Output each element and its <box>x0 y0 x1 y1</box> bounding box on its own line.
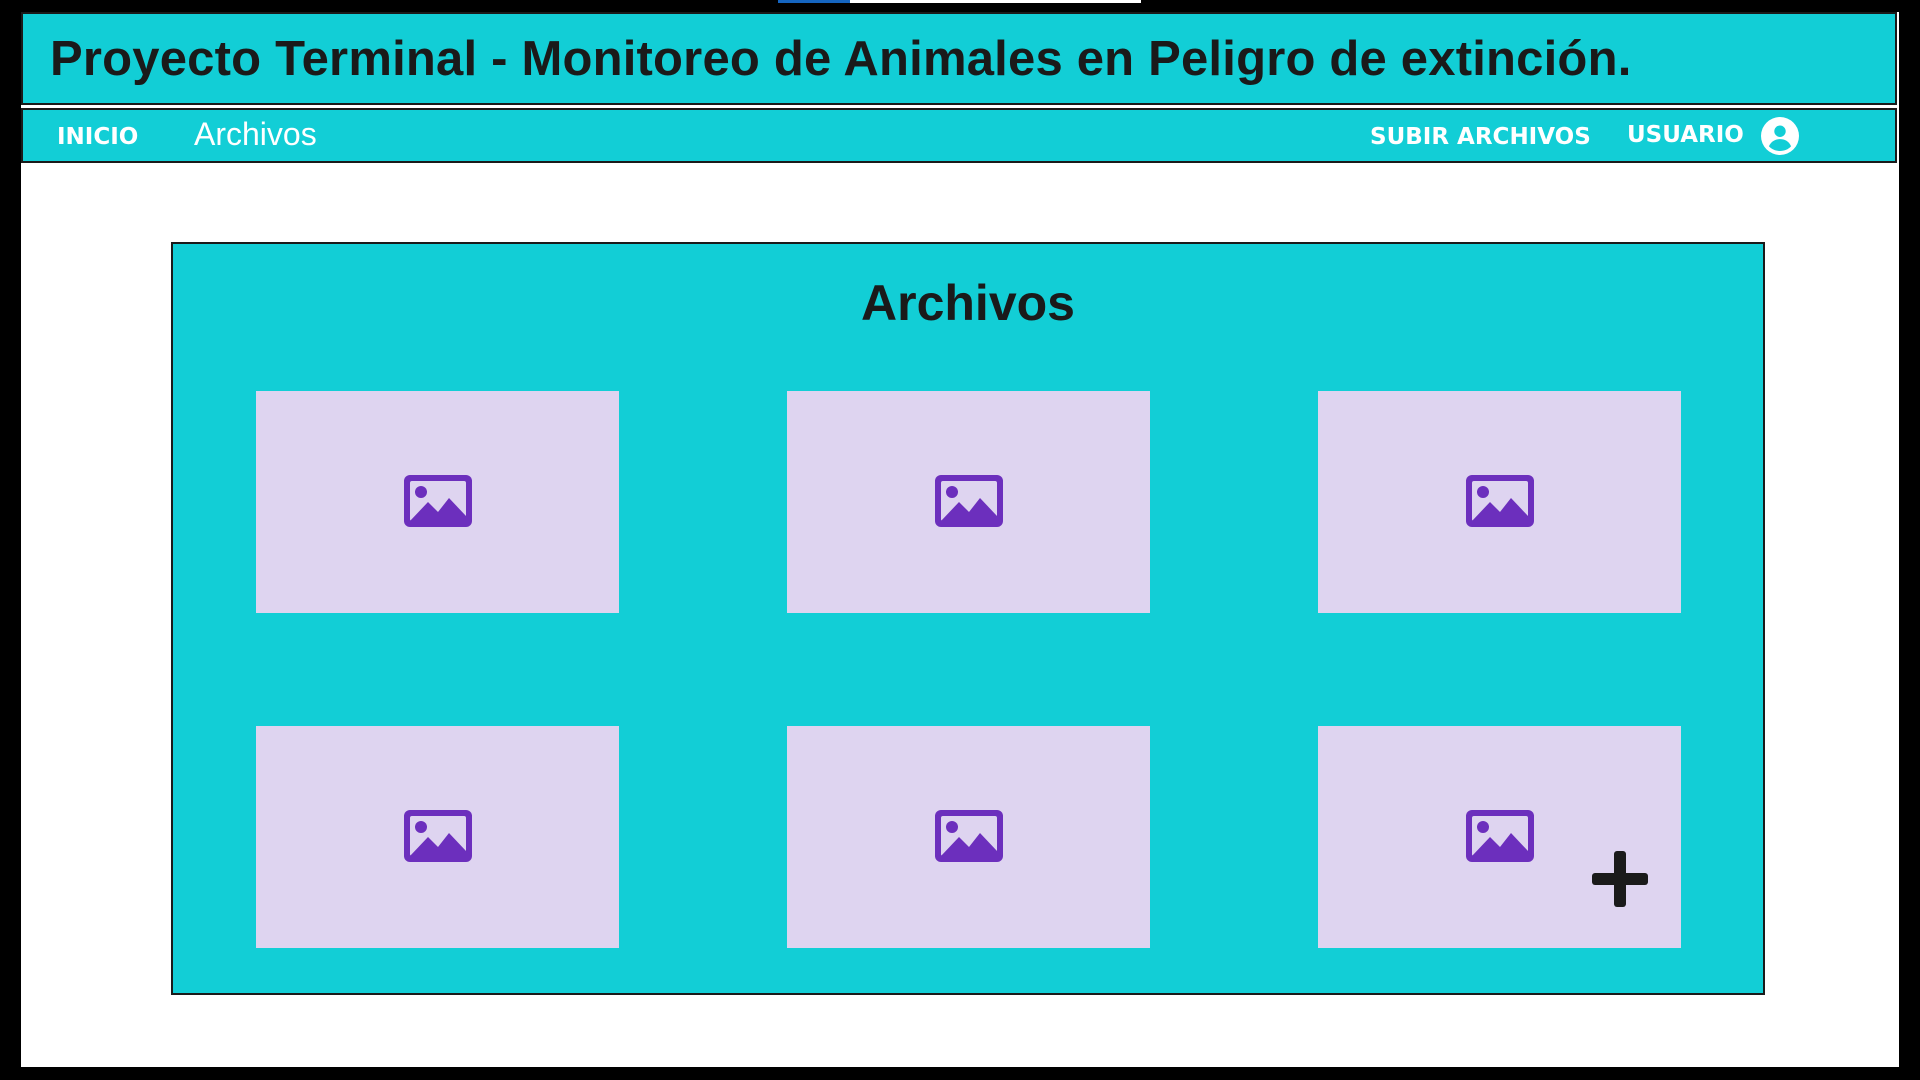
file-tile-2[interactable] <box>787 391 1150 613</box>
nav-archivos-link[interactable]: Archivos <box>194 116 317 153</box>
browser-top-strip <box>778 0 1141 3</box>
image-icon <box>935 810 1003 862</box>
image-icon <box>404 475 472 527</box>
image-icon <box>1466 475 1534 527</box>
plus-icon[interactable] <box>1590 849 1650 909</box>
app-frame: Proyecto Terminal - Monitoreo de Animale… <box>21 12 1899 1067</box>
account-circle-icon[interactable] <box>1761 117 1799 155</box>
file-tile-5[interactable] <box>787 726 1150 948</box>
file-tile-6[interactable] <box>1318 726 1681 948</box>
nav-inicio-link[interactable]: INICIO <box>57 124 138 150</box>
app-header: Proyecto Terminal - Monitoreo de Animale… <box>21 12 1897 105</box>
image-icon <box>935 475 1003 527</box>
panel-title: Archivos <box>861 275 1075 331</box>
page-title: Proyecto Terminal - Monitoreo de Animale… <box>50 31 1632 86</box>
file-tile-3[interactable] <box>1318 391 1681 613</box>
image-icon <box>404 810 472 862</box>
file-tile-4[interactable] <box>256 726 619 948</box>
image-icon <box>1466 810 1534 862</box>
nav-usuario-link[interactable]: USUARIO <box>1627 122 1744 148</box>
browser-top-strip-accent <box>778 0 850 3</box>
file-tile-1[interactable] <box>256 391 619 613</box>
nav-bar: INICIO Archivos SUBIR ARCHIVOS USUARIO <box>21 108 1897 163</box>
archivos-panel: Archivos <box>171 242 1765 995</box>
nav-subir-archivos-link[interactable]: SUBIR ARCHIVOS <box>1370 124 1591 150</box>
